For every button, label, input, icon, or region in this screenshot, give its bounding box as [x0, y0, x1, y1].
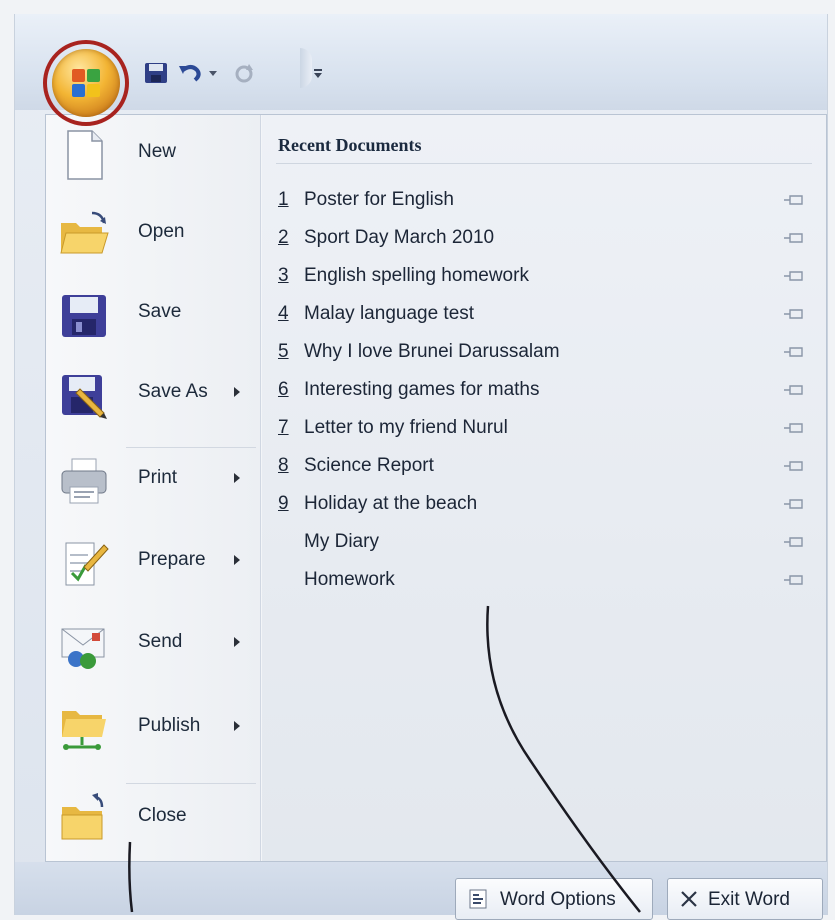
pin-icon[interactable] [782, 345, 804, 359]
office-menu: New Open Save Save As Print Prepare Send… [45, 114, 827, 862]
menu-item-send[interactable]: Send [46, 609, 260, 679]
menu-item-publish[interactable]: Publish [46, 693, 260, 763]
office-menu-window: New Open Save Save As Print Prepare Send… [14, 14, 828, 920]
submenu-arrow-icon [234, 555, 240, 565]
document-name: Poster for English [304, 189, 454, 210]
menu-item-open[interactable]: Open [46, 199, 260, 269]
document-name: Sport Day March 2010 [304, 227, 495, 248]
menu-item-label: Close [138, 805, 187, 826]
menu-item-label: New [138, 141, 177, 162]
menu-item-print[interactable]: Print [46, 445, 260, 515]
office-button[interactable] [52, 49, 120, 117]
recent-document-row[interactable]: 1 Poster for English [278, 183, 818, 217]
recent-document-row[interactable]: 2 Sport Day March 2010 [278, 221, 818, 255]
menu-item-prepare[interactable]: Prepare [46, 527, 260, 597]
menu-item-new[interactable]: New [46, 119, 260, 189]
document-number: 2 [278, 227, 289, 248]
recent-document-row[interactable]: Homework [278, 563, 818, 597]
save-disk-icon [58, 289, 110, 341]
menu-item-label: Save As [138, 381, 208, 402]
pin-icon[interactable] [782, 459, 804, 473]
prepare-icon [58, 537, 110, 589]
document-name: Homework [304, 569, 395, 590]
menu-footer: Word Options Exit Word [15, 862, 827, 920]
submenu-arrow-icon [234, 387, 240, 397]
submenu-arrow-icon [234, 721, 240, 731]
document-number: 9 [278, 493, 289, 514]
document-name: Why I love Brunei Darussalam [304, 341, 560, 362]
word-options-button[interactable]: Word Options [455, 878, 653, 920]
redo-icon[interactable] [231, 62, 257, 84]
undo-icon[interactable] [177, 62, 203, 84]
recent-document-row[interactable]: 9 Holiday at the beach [278, 487, 818, 521]
open-folder-icon [58, 209, 110, 261]
submenu-arrow-icon [234, 473, 240, 483]
pin-icon[interactable] [782, 307, 804, 321]
document-name: Interesting games for maths [304, 379, 540, 400]
menu-item-label: Print [138, 467, 178, 488]
menu-item-save[interactable]: Save [46, 279, 260, 349]
recent-document-row[interactable]: 5 Why I love Brunei Darussalam [278, 335, 818, 369]
pin-icon[interactable] [782, 383, 804, 397]
document-name: Holiday at the beach [304, 493, 478, 514]
document-name: English spelling homework [304, 265, 529, 286]
pin-icon[interactable] [782, 535, 804, 549]
document-number: 1 [278, 189, 289, 210]
send-icon [58, 619, 110, 671]
save-as-icon [58, 369, 110, 421]
header-divider [276, 163, 812, 164]
pin-icon[interactable] [782, 193, 804, 207]
pin-icon[interactable] [782, 269, 804, 283]
close-icon [681, 891, 697, 907]
quick-access-toolbar [15, 14, 827, 110]
menu-item-label: Publish [138, 715, 201, 736]
document-number: 4 [278, 303, 289, 324]
command-pane: New Open Save Save As Print Prepare Send… [46, 115, 261, 861]
document-number: 7 [278, 417, 289, 438]
document-number: 6 [278, 379, 289, 400]
publish-icon [58, 703, 110, 755]
recent-document-row[interactable]: 6 Interesting games for maths [278, 373, 818, 407]
document-number: 3 [278, 265, 289, 286]
document-name: My Diary [304, 531, 379, 552]
pin-icon[interactable] [782, 231, 804, 245]
word-options-icon [469, 889, 487, 909]
save-icon[interactable] [143, 62, 169, 84]
new-document-icon [58, 129, 110, 181]
document-number: 5 [278, 341, 289, 362]
pin-icon[interactable] [782, 421, 804, 435]
menu-item-label: Open [138, 221, 185, 242]
menu-item-label: Save [138, 301, 182, 322]
pin-icon[interactable] [782, 497, 804, 511]
recent-document-row[interactable]: 8 Science Report [278, 449, 818, 483]
customize-dropdown-icon[interactable] [311, 62, 325, 84]
word-options-label: Word Options [500, 889, 616, 910]
recent-document-row[interactable]: My Diary [278, 525, 818, 559]
document-name: Malay language test [304, 303, 475, 324]
recent-document-row[interactable]: 4 Malay language test [278, 297, 818, 331]
document-name: Science Report [304, 455, 434, 476]
menu-item-save-as[interactable]: Save As [46, 359, 260, 429]
recent-document-row[interactable]: 7 Letter to my friend Nurul [278, 411, 818, 445]
document-name: Letter to my friend Nurul [304, 417, 508, 438]
printer-icon [58, 455, 110, 507]
exit-word-label: Exit Word [708, 889, 791, 910]
recent-documents-pane: Recent Documents 1 Poster for English 2 … [262, 115, 826, 861]
exit-word-button[interactable]: Exit Word [667, 878, 823, 920]
menu-item-label: Send [138, 631, 183, 652]
menu-item-close[interactable]: Close [46, 783, 260, 853]
recent-documents-header: Recent Documents [278, 135, 422, 155]
undo-dropdown-icon[interactable] [207, 62, 219, 84]
pin-icon[interactable] [782, 573, 804, 587]
submenu-arrow-icon [234, 637, 240, 647]
recent-document-row[interactable]: 3 English spelling homework [278, 259, 818, 293]
close-folder-icon [58, 793, 110, 845]
document-number: 8 [278, 455, 289, 476]
office-button-icon [72, 69, 100, 97]
menu-item-label: Prepare [138, 549, 206, 570]
